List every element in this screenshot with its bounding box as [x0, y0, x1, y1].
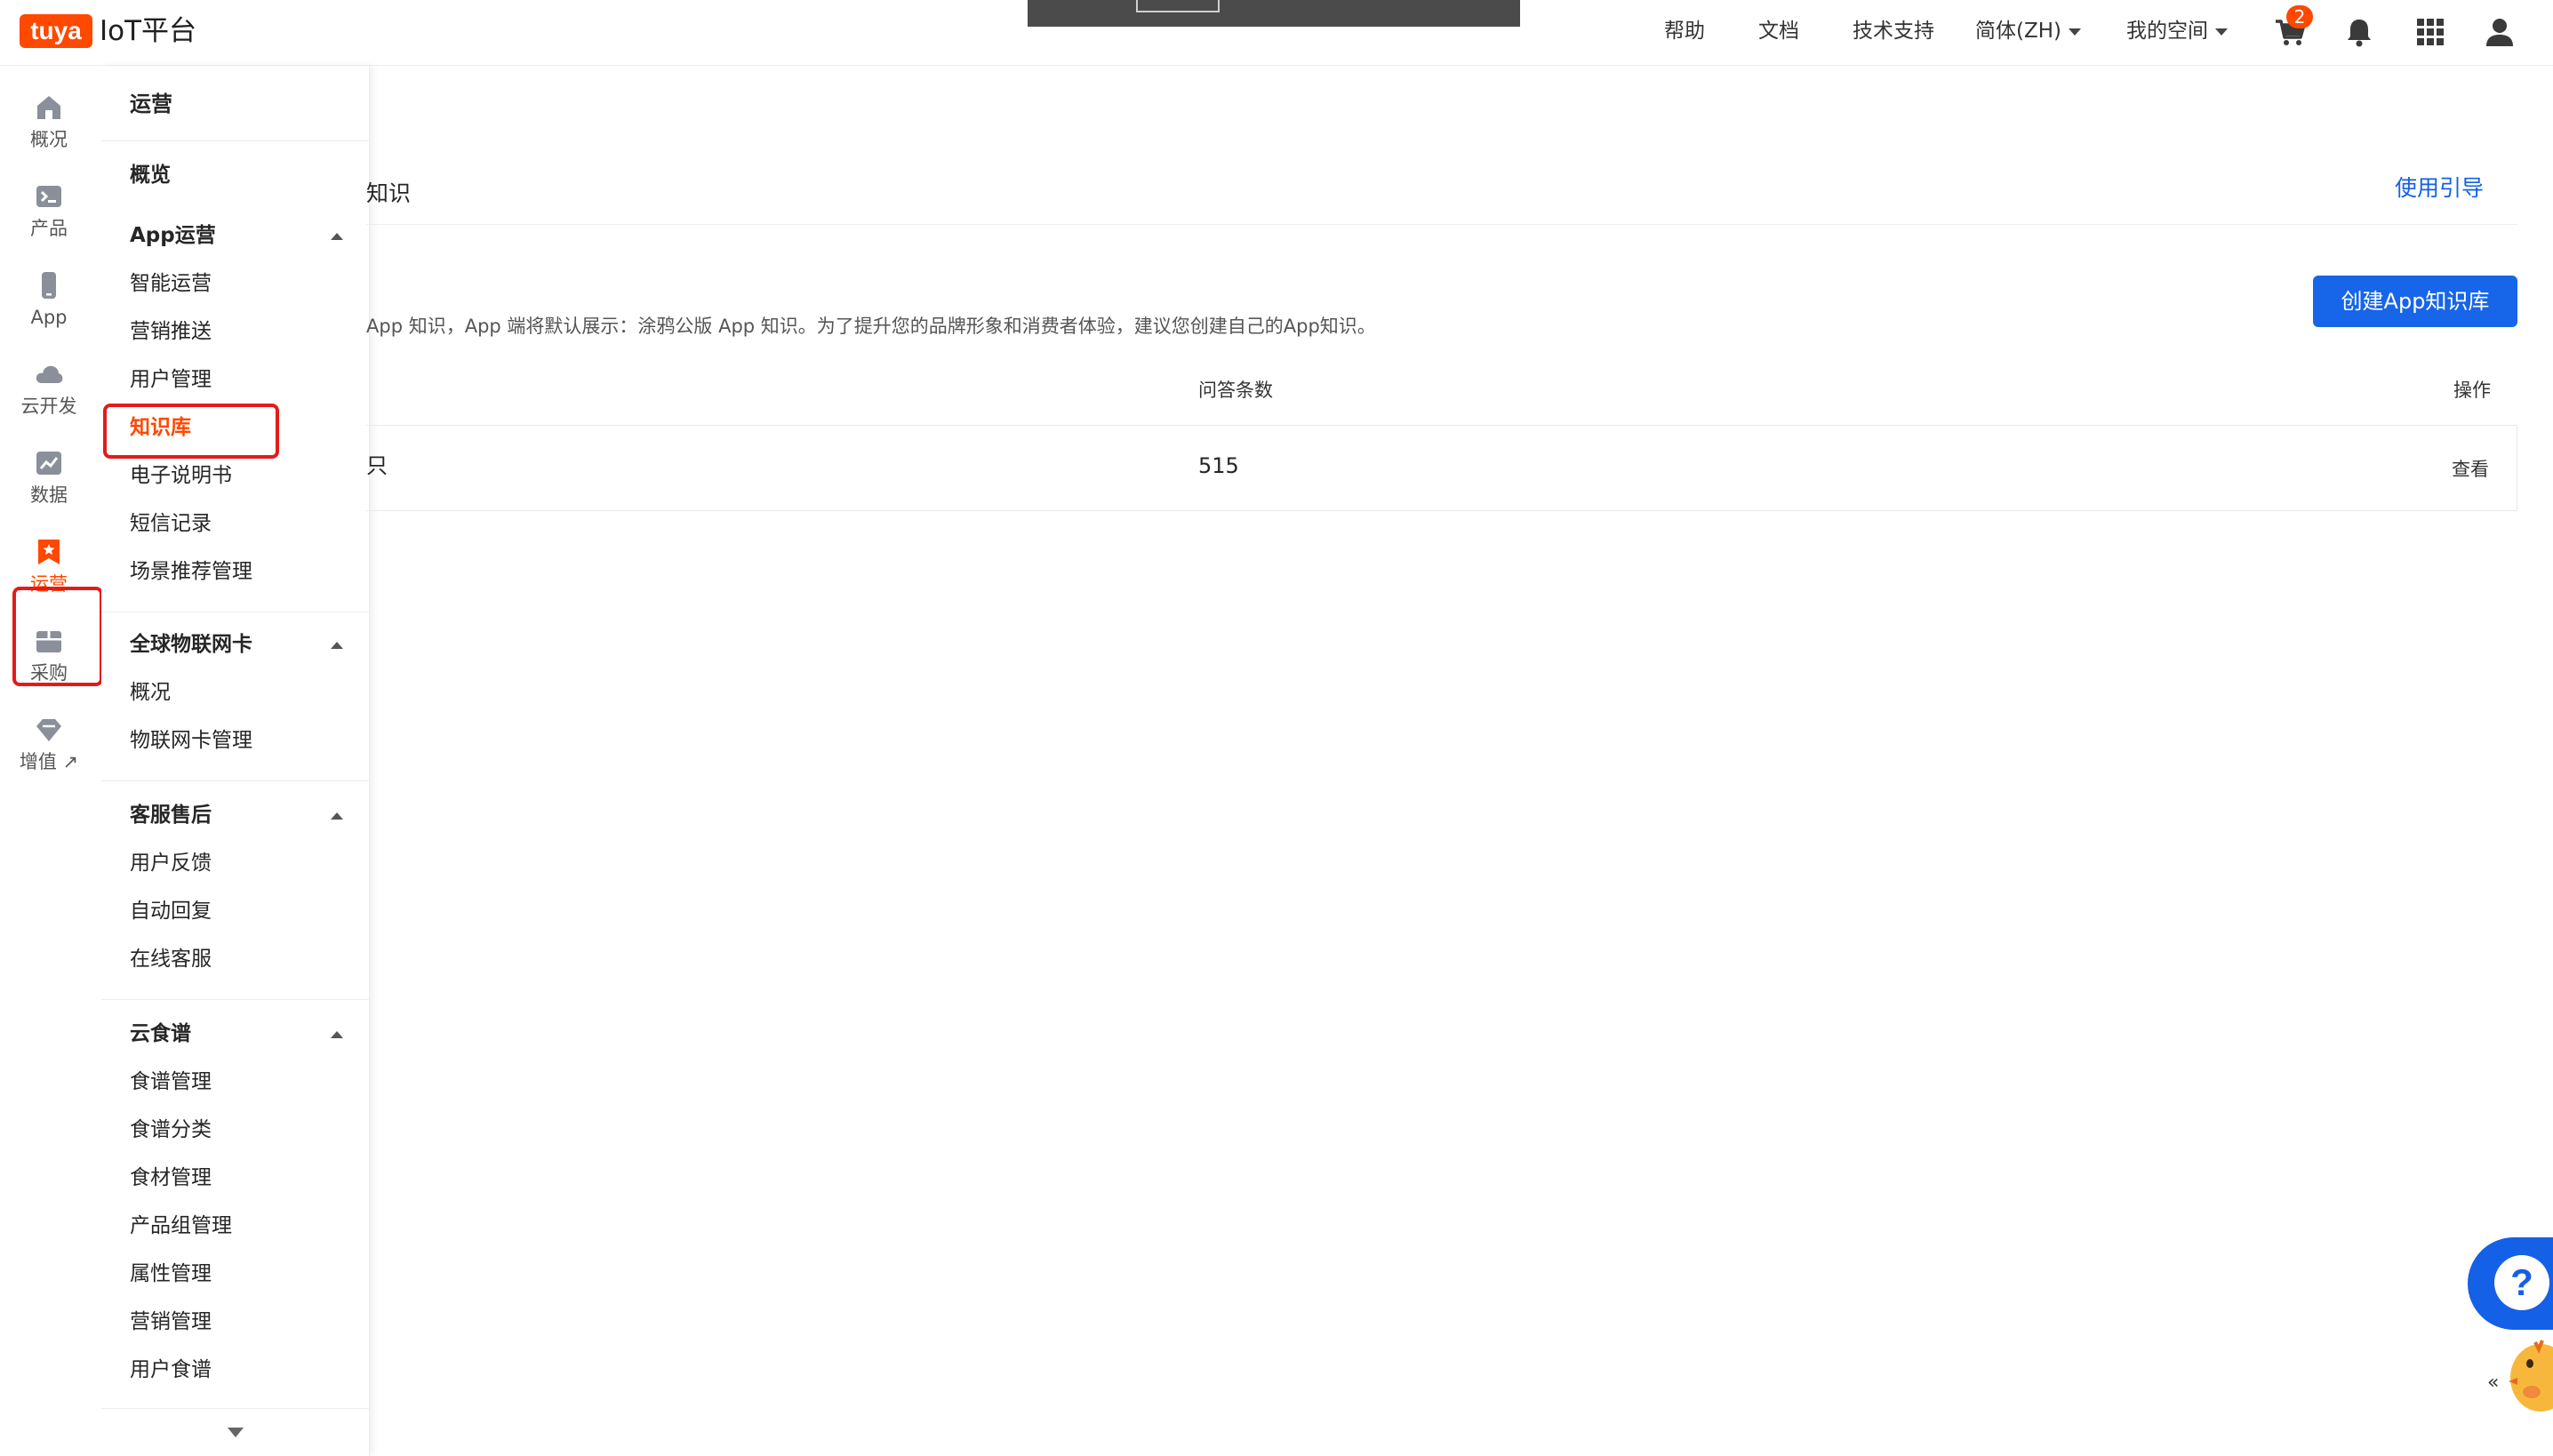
submenu-item-scene-recommend[interactable]: 场景推荐管理	[130, 556, 252, 587]
submenu-item-recipe-category[interactable]: 食谱分类	[130, 1115, 212, 1145]
submenu-item-auto-reply[interactable]: 自动回复	[130, 896, 212, 926]
submenu-group-customer-service[interactable]: 客服售后	[130, 800, 212, 830]
submenu-group-cloud-recipe[interactable]: 云食谱	[130, 1019, 191, 1049]
chevron-down-icon[interactable]	[228, 1428, 244, 1437]
submenu-divider	[101, 999, 370, 1000]
submenu-divider	[101, 780, 370, 781]
submenu-item-e-manual[interactable]: 电子说明书	[130, 460, 232, 491]
cart-count-badge: 2	[2286, 5, 2313, 28]
submenu-divider	[101, 140, 370, 141]
rail-item-data[interactable]: 数据	[0, 443, 98, 523]
collapse-arrow-icon[interactable]: «	[2487, 1372, 2499, 1394]
bookmark-star-icon	[38, 540, 60, 564]
tuya-logo[interactable]: tuya	[20, 14, 92, 48]
view-link[interactable]: 查看	[2452, 453, 2489, 485]
submenu-item-iot-overview[interactable]: 概况	[130, 677, 171, 708]
external-link-icon: ↗	[62, 751, 79, 772]
apps-grid-icon[interactable]	[2413, 14, 2448, 50]
submenu-title: 运营	[130, 92, 172, 116]
title-divider	[366, 224, 2517, 225]
page-title: 知识	[366, 180, 412, 206]
knowledge-description: App 知识，App 端将默认展示：涂鸦公版 App 知识。为了提升您的品牌形象…	[366, 316, 1376, 337]
nav-support[interactable]: 技术支持	[1853, 16, 1934, 46]
chevron-down-icon	[2215, 28, 2228, 36]
table-row	[366, 426, 2517, 511]
rail-label: 数据	[30, 484, 68, 506]
nav-docs[interactable]: 文档	[1758, 16, 1799, 46]
rail-label: 产品	[30, 218, 68, 239]
language-select[interactable]: 简体(ZH)	[1975, 16, 2081, 46]
column-header-qa-count: 问答条数	[1198, 380, 1273, 401]
create-knowledge-base-button[interactable]: 创建App知识库	[2313, 276, 2517, 327]
question-icon: ?	[2494, 1255, 2549, 1310]
chevron-down-icon	[2069, 28, 2081, 36]
submenu-item-attribute-management[interactable]: 属性管理	[130, 1259, 212, 1289]
cloud-icon	[36, 365, 63, 383]
rail-label: 云开发	[20, 396, 77, 417]
rail-item-app[interactable]: App	[0, 265, 98, 345]
user-avatar-icon[interactable]	[2482, 14, 2517, 50]
submenu-item-marketing-push[interactable]: 营销推送	[130, 316, 212, 347]
submenu-item-marketing-management[interactable]: 营销管理	[130, 1307, 212, 1337]
help-float-button[interactable]: ?	[2468, 1237, 2553, 1330]
space-select[interactable]: 我的空间	[2126, 16, 2228, 46]
rail-item-overview[interactable]: 概况	[0, 87, 98, 167]
rail-label: 增值 ↗	[19, 751, 79, 772]
row-name-cell: 只	[366, 453, 388, 478]
submenu-item-user-recipe[interactable]: 用户食谱	[130, 1355, 212, 1385]
submenu-item-overview[interactable]: 概览	[130, 160, 171, 190]
rail-annotation-box	[12, 587, 103, 686]
submenu-group-app-ops[interactable]: App运营	[130, 220, 216, 251]
submenu-item-sms-records[interactable]: 短信记录	[130, 508, 212, 539]
submenu-item-iot-card-management[interactable]: 物联网卡管理	[130, 725, 252, 756]
rail-label: 概况	[30, 129, 68, 150]
home-icon	[37, 96, 60, 119]
submenu-annotation-box	[103, 404, 279, 459]
submenu-item-product-group[interactable]: 产品组管理	[130, 1211, 232, 1241]
terminal-icon	[36, 186, 61, 207]
chevron-up-icon[interactable]	[331, 233, 343, 240]
submenu-item-user-feedback[interactable]: 用户反馈	[130, 848, 212, 878]
diamond-icon	[36, 719, 61, 741]
phone-icon	[42, 272, 56, 299]
chevron-up-icon[interactable]	[331, 642, 343, 649]
column-header-action: 操作	[2453, 380, 2491, 401]
chevron-up-icon[interactable]	[331, 1031, 343, 1038]
screen-share-handle[interactable]	[1136, 0, 1220, 12]
bell-icon[interactable]	[2341, 14, 2377, 50]
row-qa-count-cell: 515	[1198, 453, 1239, 478]
submenu-item-online-service[interactable]: 在线客服	[130, 944, 212, 974]
language-label: 简体(ZH)	[1975, 20, 2061, 43]
submenu-item-user-management[interactable]: 用户管理	[130, 364, 212, 395]
mascot-chick-icon[interactable]	[2505, 1337, 2553, 1417]
space-label: 我的空间	[2126, 20, 2208, 43]
top-header: tuya IoT平台 帮助 文档 技术支持 简体(ZH) 我的空间 2	[0, 0, 2553, 66]
rail-item-cloud-dev[interactable]: 云开发	[0, 354, 98, 434]
chevron-up-icon[interactable]	[331, 812, 343, 820]
submenu-item-smart-ops[interactable]: 智能运营	[130, 268, 212, 299]
submenu-divider	[101, 1408, 370, 1409]
screen-share-bar	[1028, 0, 1520, 27]
submenu-item-ingredient-management[interactable]: 食材管理	[130, 1163, 212, 1193]
primary-nav-rail: 概况 产品 App 云开发 数据 运营 采购 增值 ↗	[0, 66, 103, 1456]
platform-title[interactable]: IoT平台	[100, 12, 196, 50]
chart-icon	[36, 452, 61, 475]
usage-guide-link[interactable]: 使用引导	[2395, 172, 2484, 204]
submenu-item-recipe-management[interactable]: 食谱管理	[130, 1067, 212, 1097]
submenu-group-iot-card[interactable]: 全球物联网卡	[130, 629, 252, 660]
rail-label: App	[30, 307, 68, 328]
nav-help[interactable]: 帮助	[1664, 16, 1705, 46]
rail-item-value-added[interactable]: 增值 ↗	[0, 709, 98, 789]
rail-item-product[interactable]: 产品	[0, 176, 98, 256]
